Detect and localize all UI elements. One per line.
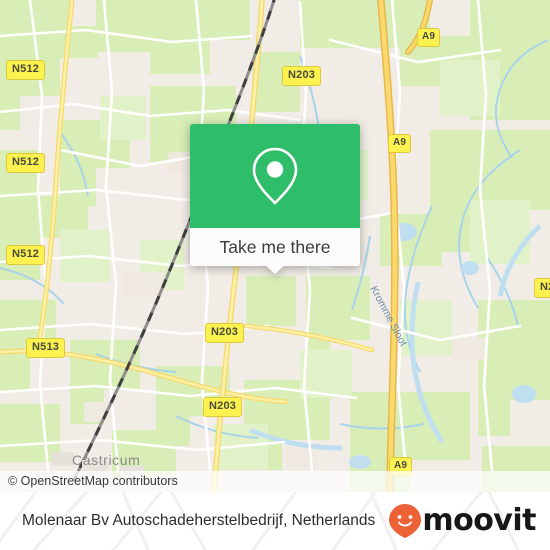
callout-pointer [265, 265, 285, 274]
place-label-castricum: Castricum [72, 452, 141, 468]
callout-action-bar[interactable]: Take me there [190, 228, 360, 274]
road-shield-a9-9: A9 [388, 134, 412, 153]
moovit-logo[interactable]: moovit [388, 503, 536, 539]
callout-image-area [190, 124, 360, 228]
road-shield-n513-3: N513 [26, 338, 66, 358]
road-shield-n512-2: N512 [6, 245, 46, 265]
footer-bar: Molenaar Bv Autoschadeherstelbedrijf, Ne… [0, 492, 550, 550]
take-me-there-label: Take me there [219, 236, 331, 257]
road-shield-n203-6: N203 [203, 397, 243, 417]
map-canvas[interactable]: N512N512N512N513N203N203N203N2A9A9A9 Cas… [0, 0, 550, 492]
location-title: Molenaar Bv Autoschadeherstelbedrijf, Ne… [22, 512, 376, 529]
road-shield-n512-1: N512 [6, 153, 46, 173]
map-pin-icon [252, 147, 298, 205]
road-shield-n203-4: N203 [282, 66, 322, 86]
moovit-smiley-pin-icon [389, 504, 422, 538]
screenshot-root: N512N512N512N513N203N203N203N2A9A9A9 Cas… [0, 0, 550, 550]
osm-attribution[interactable]: © OpenStreetMap contributors [0, 471, 550, 492]
road-shield-n2-7: N2 [534, 278, 550, 298]
road-shield-a9-8: A9 [417, 28, 441, 47]
road-shield-n512-0: N512 [6, 60, 46, 80]
road-shield-n203-5: N203 [205, 323, 245, 343]
location-callout[interactable]: Take me there [190, 124, 360, 274]
moovit-wordmark: moovit [422, 503, 536, 538]
